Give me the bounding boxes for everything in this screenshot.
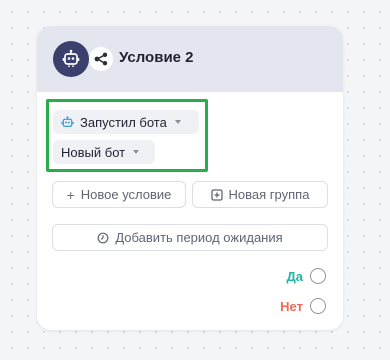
condition-type-badge — [89, 47, 113, 71]
add-wait-period-button[interactable]: Добавить период ожидания — [52, 224, 328, 251]
bot-avatar — [53, 41, 89, 77]
robot-icon — [62, 49, 80, 67]
node-header: Условие 2 — [37, 26, 343, 92]
add-condition-label: Новое условие — [80, 187, 172, 202]
output-yes-port[interactable] — [310, 268, 326, 284]
condition-node-card[interactable]: Условие 2 Запустил бота Новый бот + Ново… — [37, 26, 343, 330]
new-group-button[interactable]: Новая группа — [192, 181, 328, 208]
bot-select[interactable]: Новый бот — [53, 140, 155, 164]
event-select[interactable]: Запустил бота — [53, 110, 199, 134]
chevron-down-icon — [133, 150, 140, 154]
chevron-down-icon — [174, 120, 181, 124]
plus-icon: + — [66, 186, 75, 203]
new-group-label: Новая группа — [228, 187, 310, 202]
share-branch-icon — [94, 52, 108, 66]
add-group-icon — [210, 188, 223, 201]
node-title: Условие 2 — [119, 49, 194, 66]
bot-select-label: Новый бот — [61, 144, 126, 160]
output-no-label: Нет — [280, 299, 303, 314]
robot-icon — [61, 115, 74, 129]
clock-icon — [97, 232, 109, 244]
add-condition-button[interactable]: + Новое условие — [52, 181, 186, 208]
add-wait-period-label: Добавить период ожидания — [115, 230, 283, 245]
output-no-port[interactable] — [310, 298, 326, 314]
event-select-label: Запустил бота — [80, 114, 167, 130]
output-yes-label: Да — [286, 269, 304, 284]
